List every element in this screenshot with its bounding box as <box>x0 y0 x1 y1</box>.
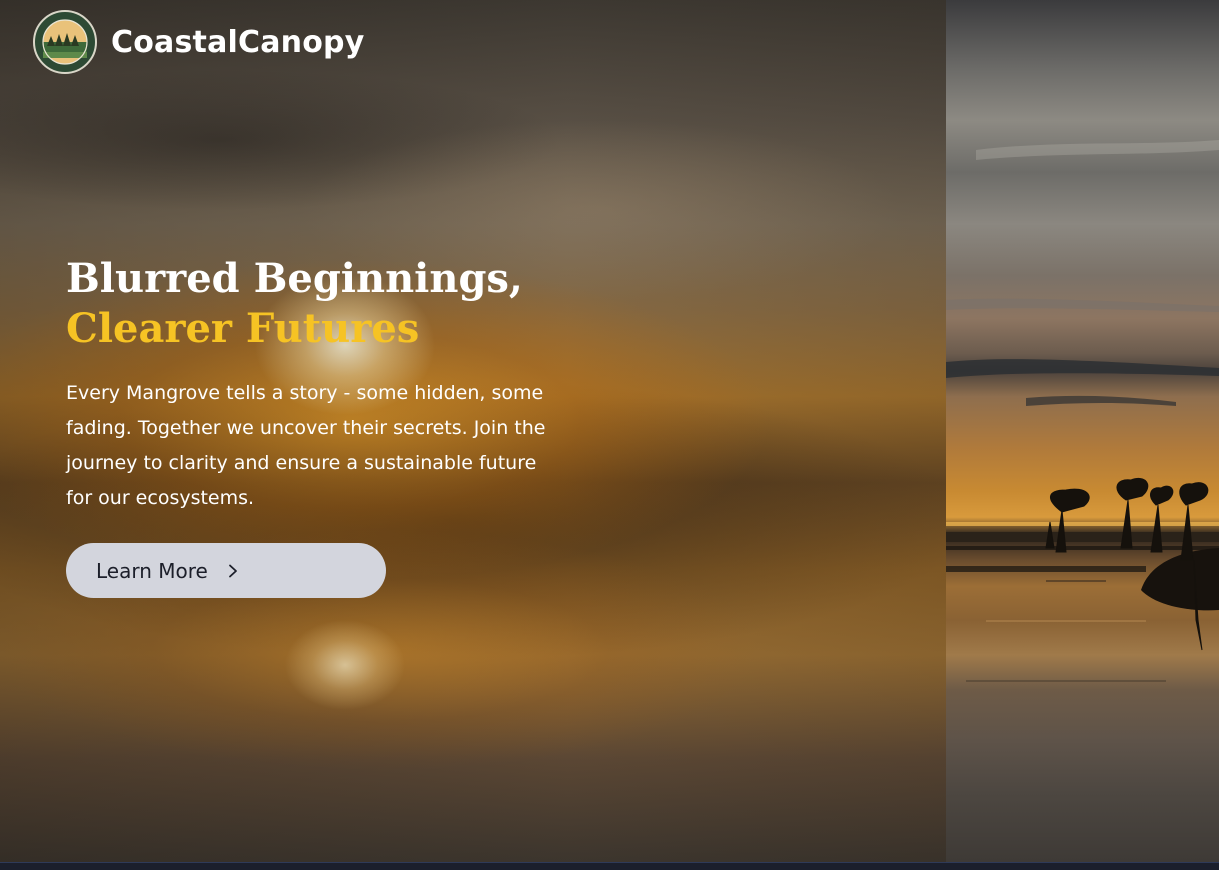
headline-line-2: Clearer Futures <box>66 305 420 352</box>
brand-logo[interactable] <box>33 10 97 74</box>
hero-content: Blurred Beginnings, Clearer Futures Ever… <box>66 254 586 516</box>
brand-name[interactable]: CoastalCanopy <box>111 25 364 60</box>
page: CoastalCanopy Blurred Beginnings, Cleare… <box>0 0 1219 870</box>
learn-more-label: Learn More <box>96 558 208 583</box>
chevron-right-icon <box>226 564 240 578</box>
learn-more-button[interactable]: Learn More <box>66 543 386 598</box>
mangrove-sunset-image <box>946 0 1219 862</box>
hero-headline: Blurred Beginnings, Clearer Futures <box>66 254 586 354</box>
headline-line-1: Blurred Beginnings, <box>66 255 523 302</box>
site-header: CoastalCanopy <box>33 10 364 74</box>
hero-description: Every Mangrove tells a story - some hidd… <box>66 382 546 509</box>
bottom-bar <box>0 862 1219 870</box>
